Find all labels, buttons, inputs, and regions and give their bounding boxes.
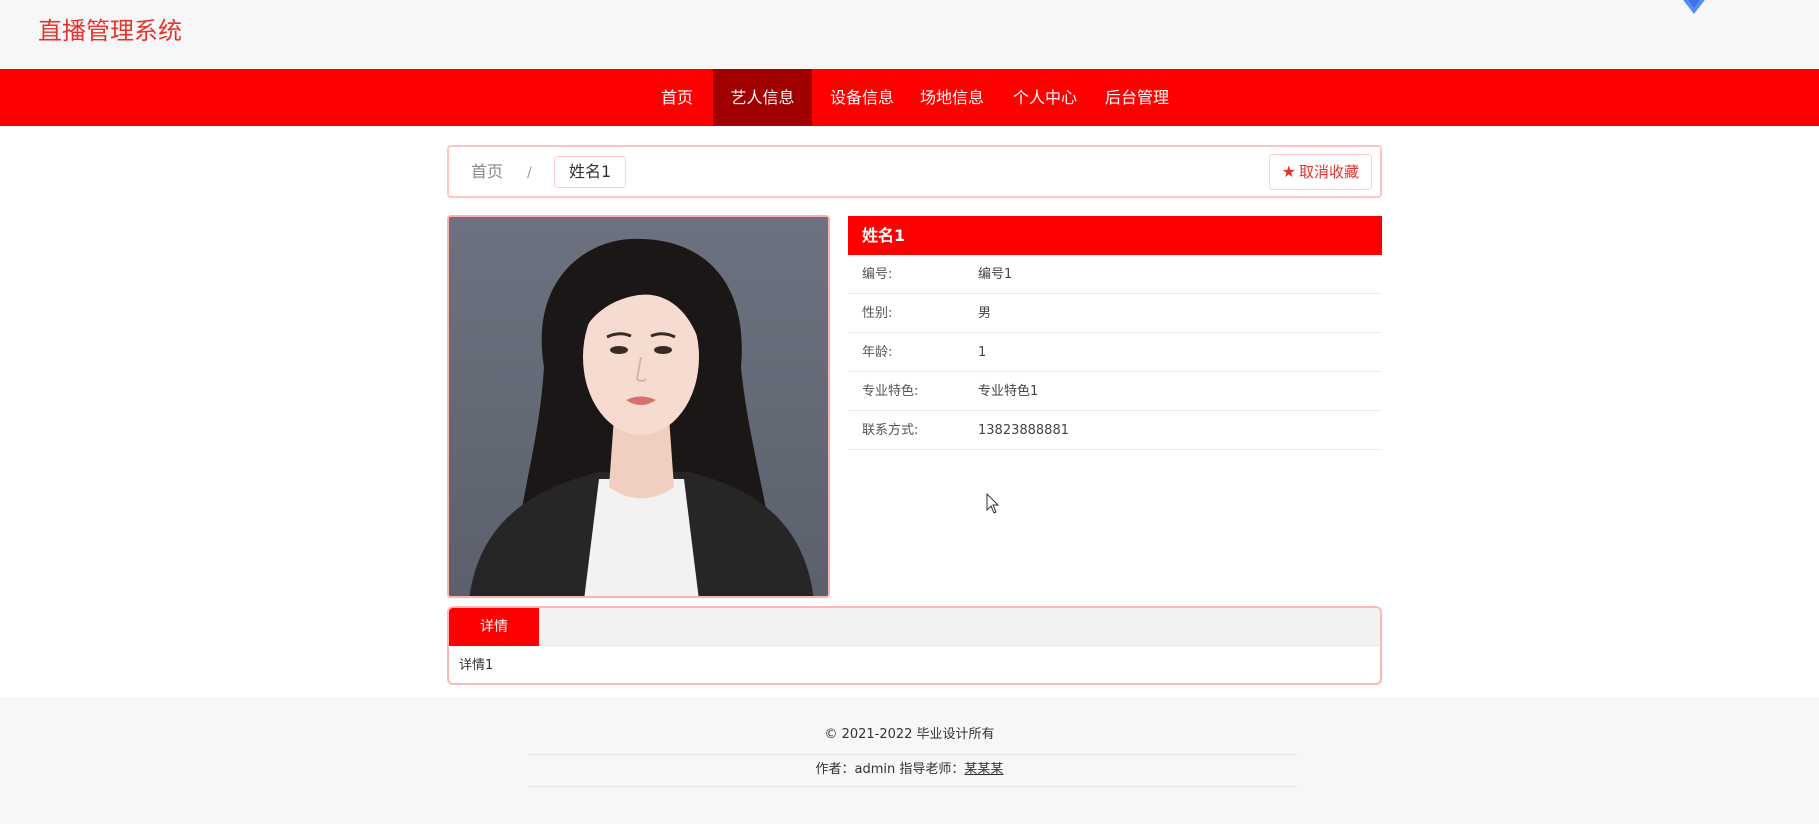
footer-divider (528, 786, 1298, 787)
info-value: 1 (978, 345, 987, 360)
artist-portrait-image (449, 217, 828, 596)
info-row: 性别: 男 (848, 294, 1382, 333)
info-row: 联系方式: 13823888881 (848, 411, 1382, 450)
site-title[interactable]: 直播管理系统 (38, 14, 182, 48)
nav-item-artists[interactable]: 艺人信息 (713, 69, 812, 126)
info-value: 专业特色1 (978, 384, 1039, 399)
tab-detail[interactable]: 详情 (449, 608, 539, 646)
footer-copyright: © 2021-2022 毕业设计所有 (824, 727, 995, 742)
info-row: 年龄: 1 (848, 333, 1382, 372)
nav-item-equipment[interactable]: 设备信息 (829, 69, 895, 126)
footer-divider (528, 754, 1298, 755)
info-value: 13823888881 (978, 423, 1069, 438)
info-label: 年龄: (862, 345, 893, 360)
info-label: 联系方式: (862, 423, 919, 438)
info-row: 编号: 编号1 (848, 255, 1382, 294)
info-label: 专业特色: (862, 384, 919, 399)
app-badge-icon (1683, 0, 1705, 14)
detail-panel: 详情 详情1 (447, 606, 1382, 685)
info-label: 编号: (862, 267, 893, 282)
footer-author: 作者：admin 指导老师： (815, 762, 965, 777)
detail-tab-strip: 详情 (449, 608, 1380, 646)
footer: © 2021-2022 毕业设计所有 作者：admin 指导老师：某某某 (0, 697, 1819, 824)
artist-photo (447, 215, 830, 598)
nav-item-venues[interactable]: 场地信息 (919, 69, 985, 126)
breadcrumb-home-link[interactable]: 首页 (471, 161, 503, 183)
nav-item-profile[interactable]: 个人中心 (1012, 69, 1078, 126)
unfavorite-label: 取消收藏 (1298, 163, 1359, 181)
unfavorite-button[interactable]: ★ 取消收藏 (1268, 154, 1372, 190)
breadcrumb-separator: / (527, 165, 532, 181)
nav-item-admin[interactable]: 后台管理 (1104, 69, 1170, 126)
site-header: 直播管理系统 (0, 0, 1819, 69)
nav-item-home[interactable]: 首页 (651, 69, 703, 126)
info-row: 专业特色: 专业特色1 (848, 372, 1382, 411)
footer-teacher-link[interactable]: 某某某 (964, 762, 1003, 777)
breadcrumb-current: 姓名1 (554, 156, 627, 188)
star-icon: ★ (1281, 162, 1296, 181)
detail-content: 详情1 (459, 658, 494, 673)
footer-credits: 作者：admin 指导老师：某某某 (0, 760, 1819, 780)
artist-name-heading: 姓名1 (848, 216, 1382, 255)
info-value: 男 (978, 306, 992, 321)
mouse-cursor-icon (986, 493, 1000, 514)
main-nav: 首页 艺人信息 设备信息 场地信息 个人中心 后台管理 (0, 69, 1819, 126)
info-value: 编号1 (978, 267, 1013, 282)
info-label: 性别: (862, 306, 893, 321)
breadcrumb: 首页 / 姓名1 ★ 取消收藏 (447, 145, 1382, 198)
artist-info-table: 姓名1 编号: 编号1 性别: 男 年龄: 1 专业特色: 专业特色1 联系方式… (848, 216, 1382, 450)
